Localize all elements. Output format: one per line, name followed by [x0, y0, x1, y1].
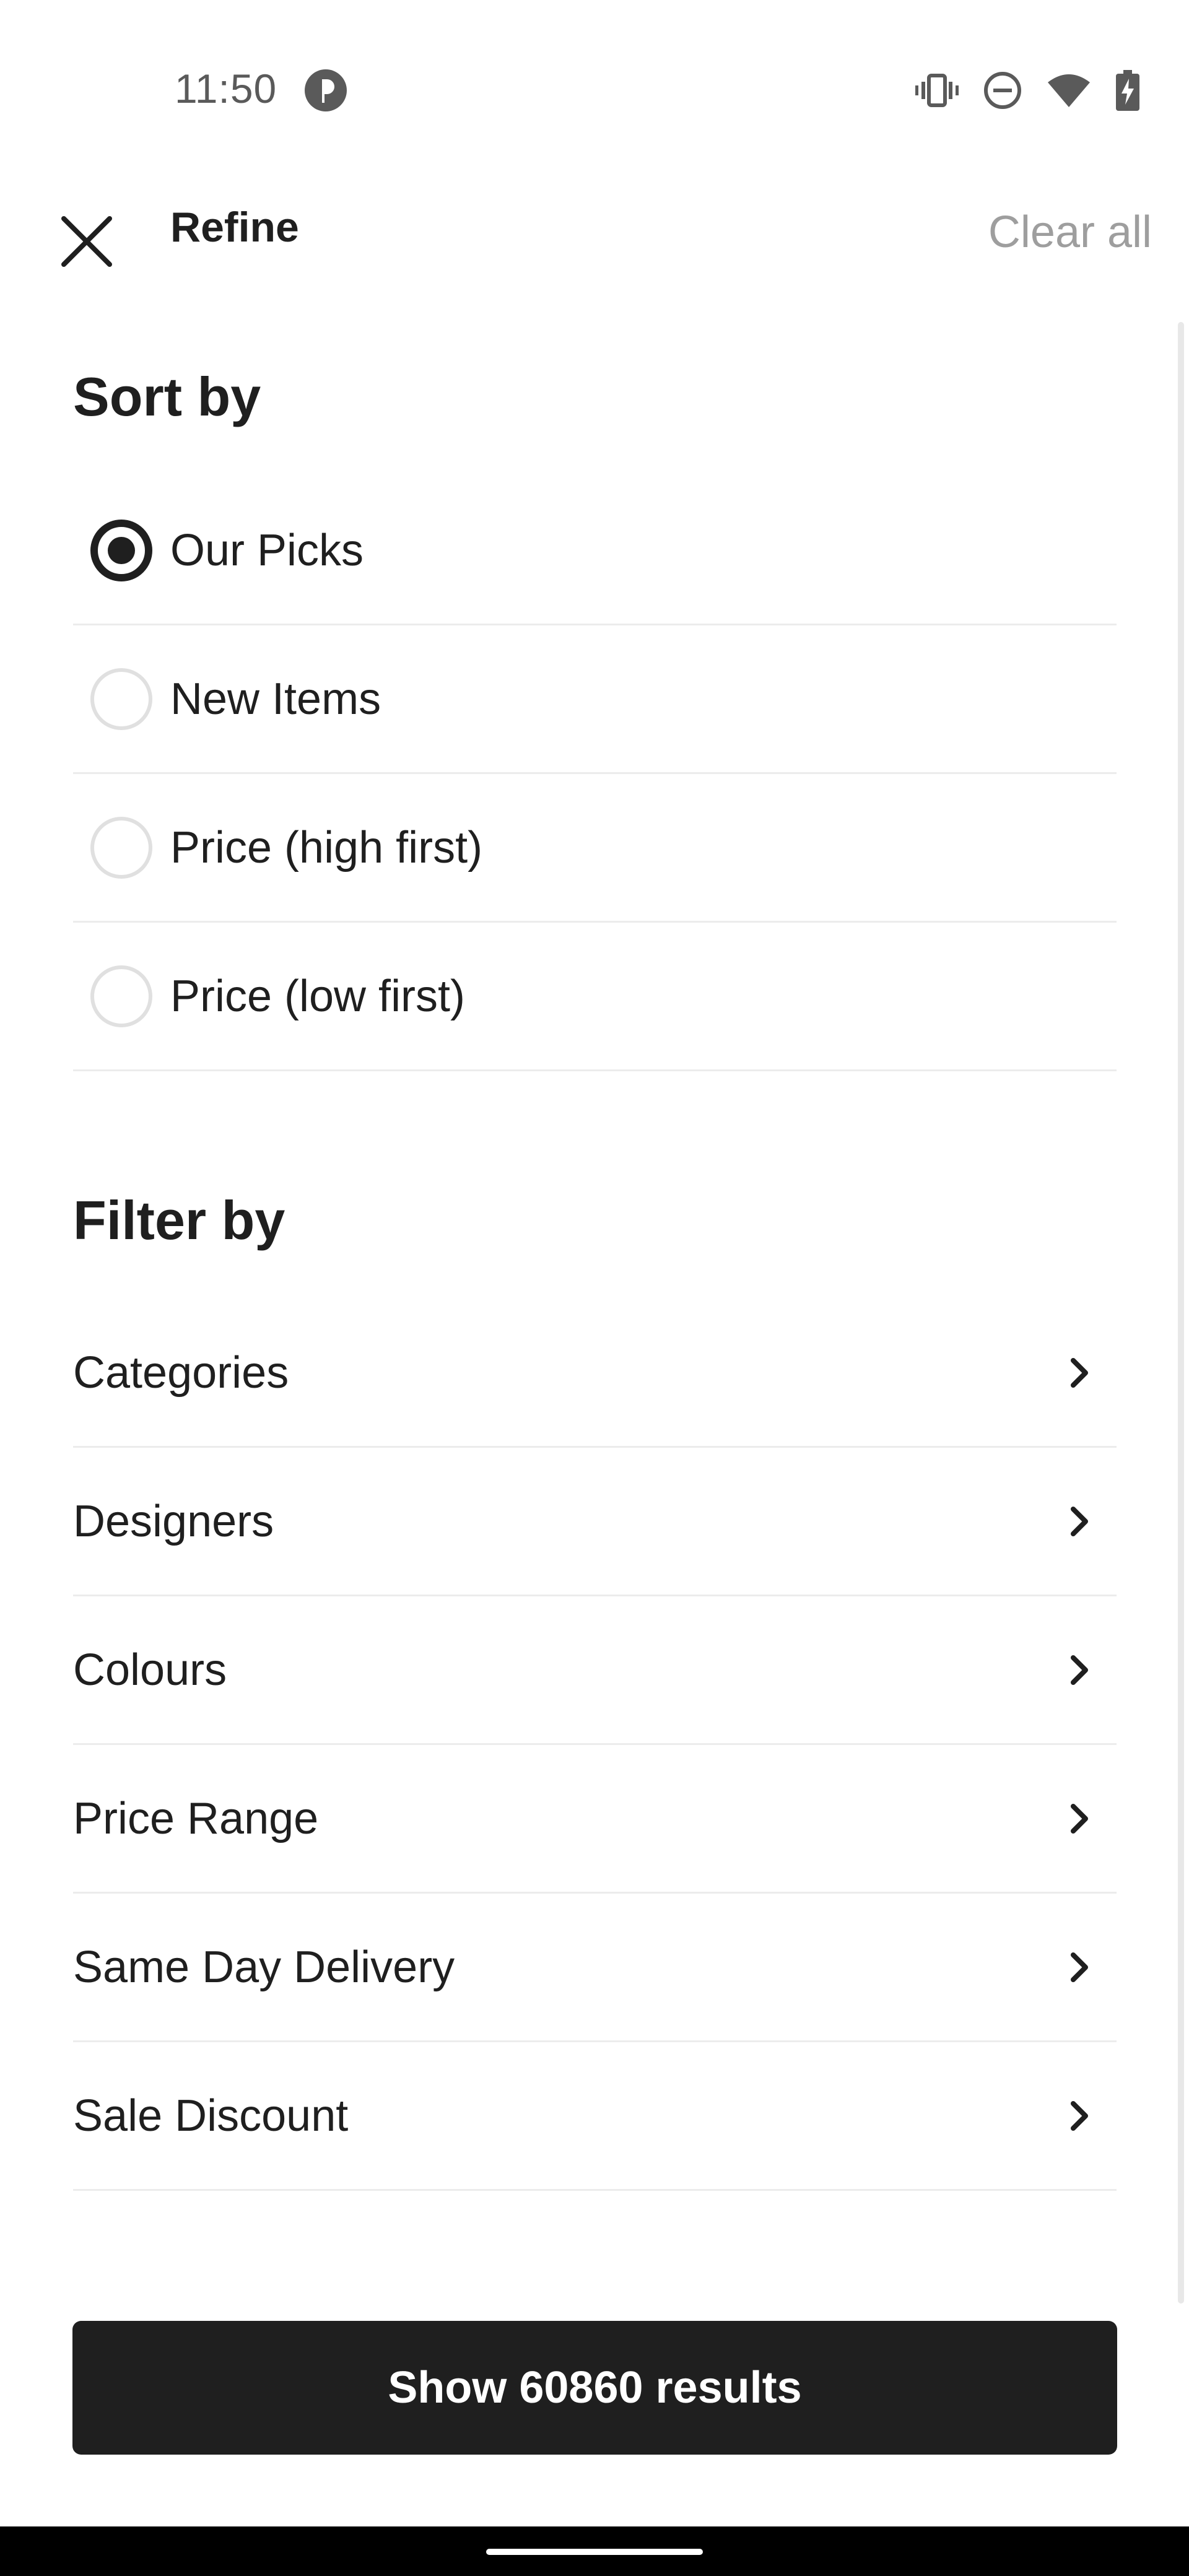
- navigation-bar: [0, 2526, 1189, 2576]
- close-icon: [61, 216, 112, 267]
- clear-all-button[interactable]: Clear all: [988, 207, 1152, 258]
- sort-option-our-picks[interactable]: Our Picks: [73, 477, 1117, 625]
- sort-option-price-high[interactable]: Price (high first): [73, 774, 1117, 923]
- radio-unselected[interactable]: [90, 816, 152, 879]
- filter-item-label: Designers: [73, 1496, 274, 1546]
- chevron-right-icon: [1071, 1655, 1088, 1685]
- filter-item-sale-discount[interactable]: Sale Discount: [73, 2042, 1117, 2191]
- do-not-disturb-icon: [983, 71, 1022, 110]
- sort-option-label: Our Picks: [170, 525, 364, 575]
- filter-item-label: Categories: [73, 1347, 289, 1398]
- filter-item-same-day-delivery[interactable]: Same Day Delivery: [73, 1894, 1117, 2042]
- scrollbar[interactable]: [1178, 322, 1184, 2304]
- chevron-right-icon: [1071, 2100, 1088, 2131]
- filter-item-designers[interactable]: Designers: [73, 1448, 1117, 1596]
- filter-item-price-range[interactable]: Price Range: [73, 1745, 1117, 1894]
- filter-options-list: Categories Designers Colours Price Range…: [73, 1299, 1117, 2191]
- chevron-right-icon: [1071, 1506, 1088, 1536]
- close-button[interactable]: [50, 204, 124, 279]
- vibrate-icon: [915, 72, 959, 109]
- wifi-icon: [1047, 72, 1091, 108]
- sort-option-label: Price (high first): [170, 822, 483, 872]
- sort-option-new-items[interactable]: New Items: [73, 625, 1117, 774]
- page-title: Refine: [170, 204, 299, 251]
- battery-charging-icon: [1116, 70, 1139, 111]
- chevron-right-icon: [1071, 1357, 1088, 1388]
- filter-item-colours[interactable]: Colours: [73, 1596, 1117, 1745]
- status-icons: [915, 68, 1139, 113]
- sort-options-list: Our Picks New Items Price (high first) P…: [73, 477, 1117, 1071]
- sort-option-label: Price (low first): [170, 971, 466, 1021]
- chevron-right-icon: [1071, 1803, 1088, 1834]
- sort-option-label: New Items: [170, 674, 381, 724]
- status-bar: 11:50: [0, 0, 1189, 180]
- filter-by-heading: Filter by: [73, 1190, 285, 1251]
- sort-by-heading: Sort by: [73, 366, 261, 427]
- filter-item-label: Price Range: [73, 1793, 319, 1843]
- app-badge-icon: [303, 68, 348, 113]
- sort-option-price-low[interactable]: Price (low first): [73, 923, 1117, 1071]
- filter-item-label: Sale Discount: [73, 2091, 349, 2141]
- radio-selected[interactable]: [90, 519, 152, 581]
- refine-header: Refine Clear all: [0, 180, 1189, 328]
- filter-item-label: Same Day Delivery: [73, 1942, 455, 1992]
- status-time: 11:50: [175, 66, 277, 111]
- filter-item-label: Colours: [73, 1645, 227, 1695]
- home-gesture-handle[interactable]: [486, 2549, 703, 2555]
- radio-unselected[interactable]: [90, 668, 152, 730]
- chevron-right-icon: [1071, 1952, 1088, 1982]
- filter-item-categories[interactable]: Categories: [73, 1299, 1117, 1448]
- show-results-button[interactable]: Show 60860 results: [72, 2321, 1117, 2455]
- radio-unselected[interactable]: [90, 965, 152, 1027]
